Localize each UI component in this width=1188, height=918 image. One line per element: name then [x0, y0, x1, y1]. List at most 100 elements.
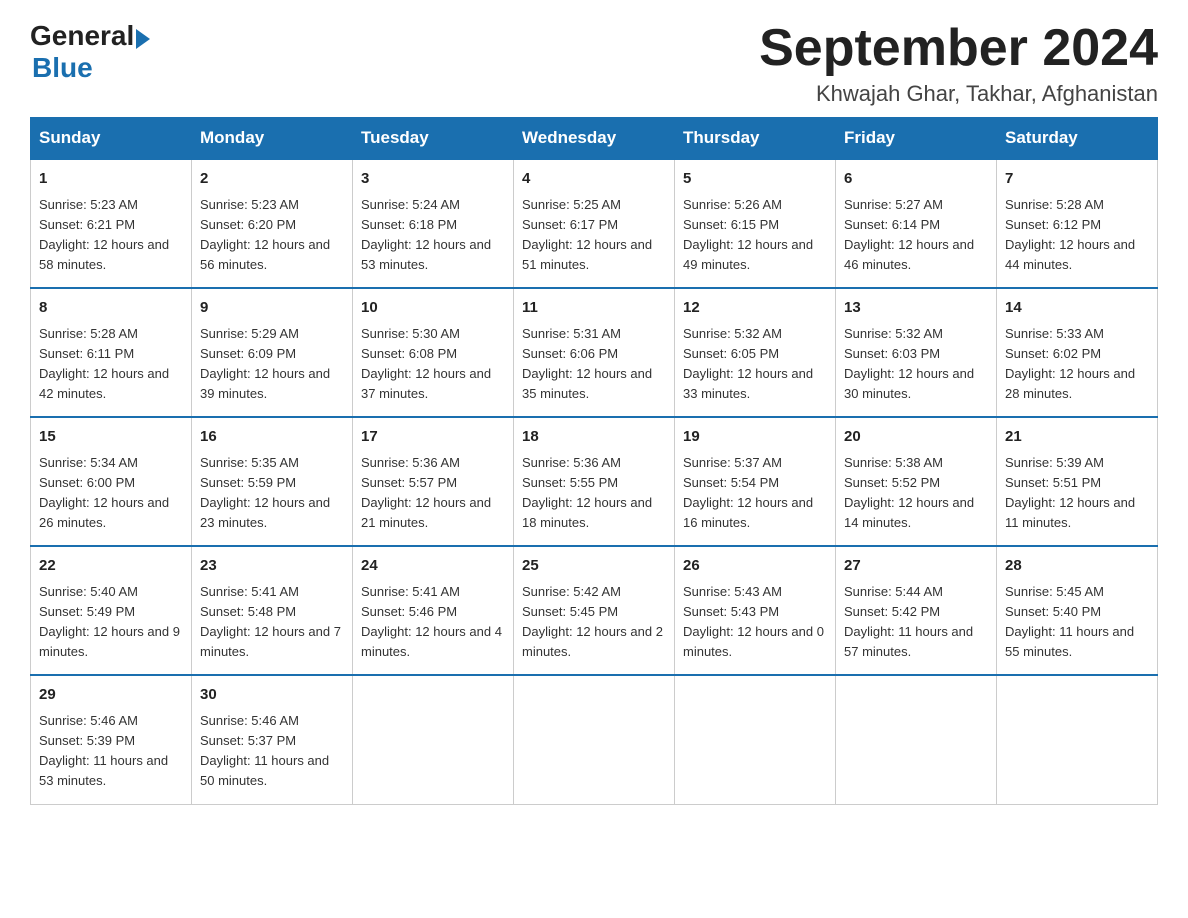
day-info: Sunrise: 5:39 AMSunset: 5:51 PMDaylight:…	[1005, 453, 1149, 534]
day-cell	[997, 675, 1158, 804]
day-cell: 1 Sunrise: 5:23 AMSunset: 6:21 PMDaylight…	[31, 159, 192, 288]
month-title: September 2024	[759, 20, 1158, 77]
day-info: Sunrise: 5:36 AMSunset: 5:57 PMDaylight:…	[361, 453, 505, 534]
day-cell	[514, 675, 675, 804]
weekday-header-saturday: Saturday	[997, 118, 1158, 160]
day-number: 15	[39, 426, 183, 449]
week-row-1: 1 Sunrise: 5:23 AMSunset: 6:21 PMDaylight…	[31, 159, 1158, 288]
day-cell: 17Sunrise: 5:36 AMSunset: 5:57 PMDayligh…	[353, 417, 514, 546]
day-number: 28	[1005, 555, 1149, 578]
week-row-4: 22 Sunrise: 5:40 AMSunset: 5:49 PMDayligh…	[31, 546, 1158, 675]
day-info: Sunrise: 5:31 AMSunset: 6:06 PMDaylight:…	[522, 324, 666, 405]
day-info: Sunrise: 5:32 AMSunset: 6:05 PMDaylight:…	[683, 324, 827, 405]
day-cell: 6Sunrise: 5:27 AMSunset: 6:14 PMDaylight…	[836, 159, 997, 288]
day-number: 4	[522, 168, 666, 191]
day-cell	[675, 675, 836, 804]
location-title: Khwajah Ghar, Takhar, Afghanistan	[759, 81, 1158, 107]
day-number: 30	[200, 684, 344, 707]
day-number: 29	[39, 684, 183, 707]
day-info: Sunrise: 5:33 AMSunset: 6:02 PMDaylight:…	[1005, 324, 1149, 405]
day-number: 27	[844, 555, 988, 578]
day-number: 22	[39, 555, 183, 578]
day-cell: 21 Sunrise: 5:39 AMSunset: 5:51 PMDayligh…	[997, 417, 1158, 546]
day-info: Sunrise: 5:23 AMSunset: 6:21 PMDaylight:…	[39, 195, 183, 276]
day-cell	[353, 675, 514, 804]
day-number: 14	[1005, 297, 1149, 320]
weekday-header-thursday: Thursday	[675, 118, 836, 160]
day-info: Sunrise: 5:41 AMSunset: 5:46 PMDaylight:…	[361, 582, 505, 663]
day-cell: 2 Sunrise: 5:23 AMSunset: 6:20 PMDaylight…	[192, 159, 353, 288]
day-number: 13	[844, 297, 988, 320]
day-cell: 14 Sunrise: 5:33 AMSunset: 6:02 PMDayligh…	[997, 288, 1158, 417]
logo-arrow-icon	[136, 29, 150, 49]
day-cell: 9 Sunrise: 5:29 AMSunset: 6:09 PMDaylight…	[192, 288, 353, 417]
day-info: Sunrise: 5:30 AMSunset: 6:08 PMDaylight:…	[361, 324, 505, 405]
day-number: 21	[1005, 426, 1149, 449]
day-info: Sunrise: 5:24 AMSunset: 6:18 PMDaylight:…	[361, 195, 505, 276]
day-number: 6	[844, 168, 988, 191]
day-number: 26	[683, 555, 827, 578]
day-cell: 23Sunrise: 5:41 AMSunset: 5:48 PMDayligh…	[192, 546, 353, 675]
day-number: 7	[1005, 168, 1149, 191]
day-cell: 5 Sunrise: 5:26 AMSunset: 6:15 PMDaylight…	[675, 159, 836, 288]
day-cell: 15 Sunrise: 5:34 AMSunset: 6:00 PMDayligh…	[31, 417, 192, 546]
day-number: 1	[39, 168, 183, 191]
weekday-header-wednesday: Wednesday	[514, 118, 675, 160]
weekday-header-monday: Monday	[192, 118, 353, 160]
day-cell: 11 Sunrise: 5:31 AMSunset: 6:06 PMDayligh…	[514, 288, 675, 417]
day-info: Sunrise: 5:44 AMSunset: 5:42 PMDaylight:…	[844, 582, 988, 663]
day-cell: 26 Sunrise: 5:43 AMSunset: 5:43 PMDayligh…	[675, 546, 836, 675]
day-cell: 13Sunrise: 5:32 AMSunset: 6:03 PMDayligh…	[836, 288, 997, 417]
day-number: 10	[361, 297, 505, 320]
week-row-5: 29Sunrise: 5:46 AMSunset: 5:39 PMDayligh…	[31, 675, 1158, 804]
week-row-3: 15 Sunrise: 5:34 AMSunset: 6:00 PMDayligh…	[31, 417, 1158, 546]
logo-text-blue: Blue	[32, 52, 93, 84]
day-info: Sunrise: 5:40 AMSunset: 5:49 PMDaylight:…	[39, 582, 183, 663]
day-number: 5	[683, 168, 827, 191]
day-number: 16	[200, 426, 344, 449]
day-number: 11	[522, 297, 666, 320]
day-cell: 22 Sunrise: 5:40 AMSunset: 5:49 PMDayligh…	[31, 546, 192, 675]
day-cell: 25 Sunrise: 5:42 AMSunset: 5:45 PMDayligh…	[514, 546, 675, 675]
day-number: 24	[361, 555, 505, 578]
day-cell: 8Sunrise: 5:28 AMSunset: 6:11 PMDaylight…	[31, 288, 192, 417]
day-info: Sunrise: 5:37 AMSunset: 5:54 PMDaylight:…	[683, 453, 827, 534]
weekday-header-tuesday: Tuesday	[353, 118, 514, 160]
day-number: 2	[200, 168, 344, 191]
day-number: 3	[361, 168, 505, 191]
day-number: 23	[200, 555, 344, 578]
day-cell	[836, 675, 997, 804]
day-info: Sunrise: 5:43 AMSunset: 5:43 PMDaylight:…	[683, 582, 827, 663]
day-cell: 3 Sunrise: 5:24 AMSunset: 6:18 PMDaylight…	[353, 159, 514, 288]
day-cell: 19Sunrise: 5:37 AMSunset: 5:54 PMDayligh…	[675, 417, 836, 546]
day-cell: 10 Sunrise: 5:30 AMSunset: 6:08 PMDayligh…	[353, 288, 514, 417]
day-number: 20	[844, 426, 988, 449]
week-row-2: 8Sunrise: 5:28 AMSunset: 6:11 PMDaylight…	[31, 288, 1158, 417]
day-info: Sunrise: 5:38 AMSunset: 5:52 PMDaylight:…	[844, 453, 988, 534]
page-header: General Blue September 2024 Khwajah Ghar…	[30, 20, 1158, 107]
logo: General Blue	[30, 20, 150, 84]
day-number: 9	[200, 297, 344, 320]
day-cell: 4Sunrise: 5:25 AMSunset: 6:17 PMDaylight…	[514, 159, 675, 288]
weekday-header-sunday: Sunday	[31, 118, 192, 160]
day-info: Sunrise: 5:28 AMSunset: 6:12 PMDaylight:…	[1005, 195, 1149, 276]
day-info: Sunrise: 5:35 AMSunset: 5:59 PMDaylight:…	[200, 453, 344, 534]
day-cell: 29Sunrise: 5:46 AMSunset: 5:39 PMDayligh…	[31, 675, 192, 804]
calendar-table: SundayMondayTuesdayWednesdayThursdayFrid…	[30, 117, 1158, 804]
day-info: Sunrise: 5:29 AMSunset: 6:09 PMDaylight:…	[200, 324, 344, 405]
day-cell: 30 Sunrise: 5:46 AMSunset: 5:37 PMDayligh…	[192, 675, 353, 804]
day-info: Sunrise: 5:34 AMSunset: 6:00 PMDaylight:…	[39, 453, 183, 534]
day-info: Sunrise: 5:23 AMSunset: 6:20 PMDaylight:…	[200, 195, 344, 276]
day-cell: 7 Sunrise: 5:28 AMSunset: 6:12 PMDaylight…	[997, 159, 1158, 288]
day-cell: 12Sunrise: 5:32 AMSunset: 6:05 PMDayligh…	[675, 288, 836, 417]
day-info: Sunrise: 5:46 AMSunset: 5:37 PMDaylight:…	[200, 711, 344, 792]
day-number: 8	[39, 297, 183, 320]
day-number: 25	[522, 555, 666, 578]
day-info: Sunrise: 5:36 AMSunset: 5:55 PMDaylight:…	[522, 453, 666, 534]
day-cell: 18Sunrise: 5:36 AMSunset: 5:55 PMDayligh…	[514, 417, 675, 546]
day-info: Sunrise: 5:42 AMSunset: 5:45 PMDaylight:…	[522, 582, 666, 663]
day-info: Sunrise: 5:45 AMSunset: 5:40 PMDaylight:…	[1005, 582, 1149, 663]
day-cell: 24 Sunrise: 5:41 AMSunset: 5:46 PMDayligh…	[353, 546, 514, 675]
day-info: Sunrise: 5:26 AMSunset: 6:15 PMDaylight:…	[683, 195, 827, 276]
weekday-header-friday: Friday	[836, 118, 997, 160]
